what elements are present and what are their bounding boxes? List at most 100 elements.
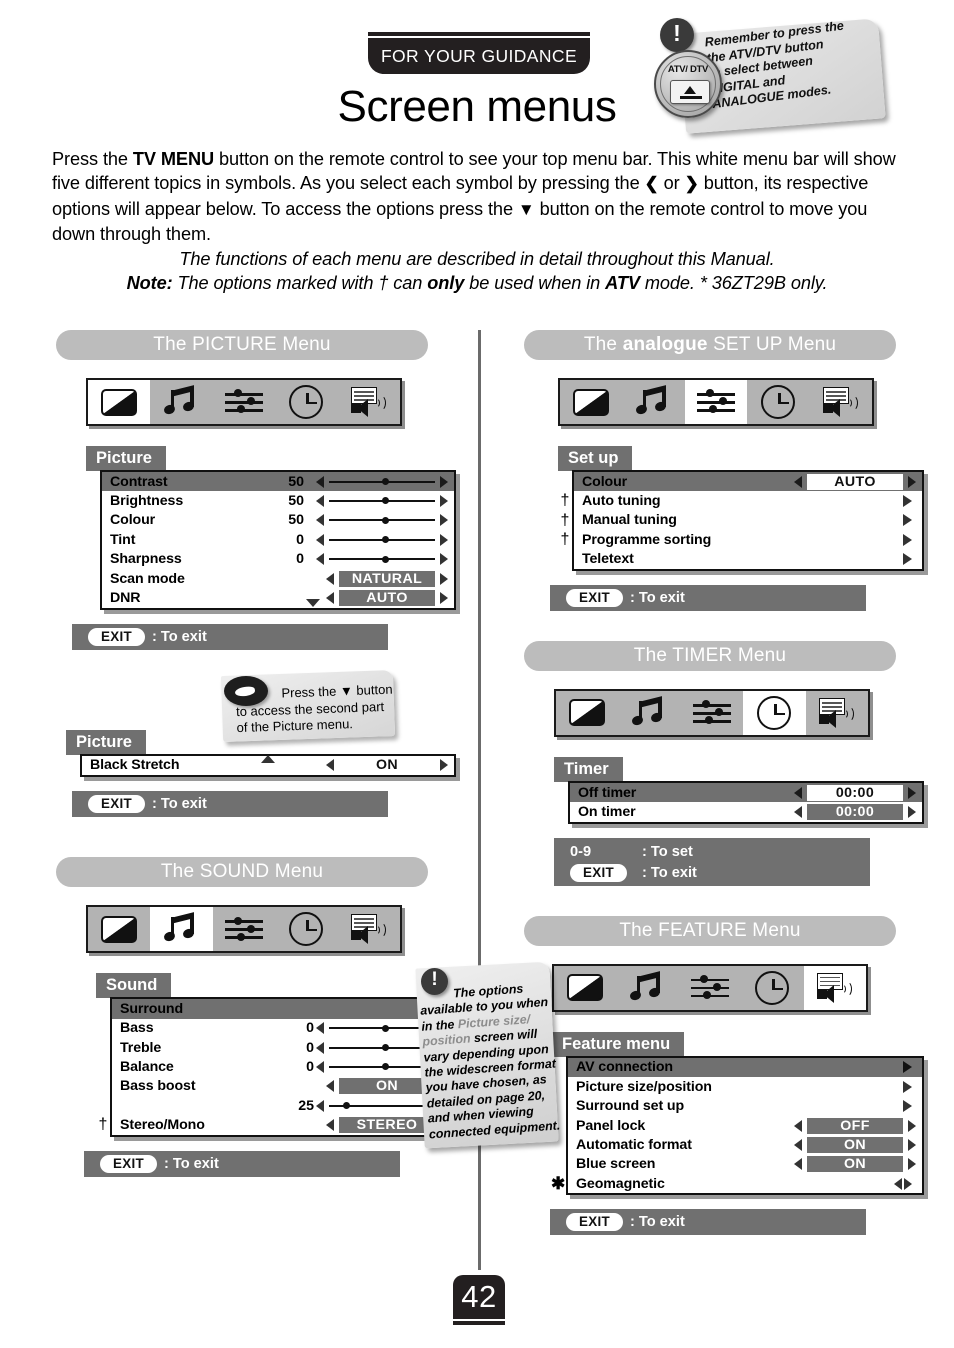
- submenu-arrow-icon[interactable]: [903, 1100, 912, 1113]
- iconbar-cell-clock[interactable]: [275, 907, 337, 951]
- osd-row[interactable]: AV connection: [568, 1057, 922, 1078]
- left-arrow-icon[interactable]: [316, 495, 324, 508]
- iconbar-cell-slider[interactable]: [679, 966, 741, 1010]
- iconbar-cell-picture[interactable]: [554, 966, 616, 1010]
- right-arrow-icon[interactable]: [440, 514, 448, 527]
- osd-row[interactable]: Sharpness 0: [102, 550, 454, 569]
- osd-row[interactable]: Surround: [112, 999, 454, 1019]
- osd-row[interactable]: Teletext: [574, 550, 922, 569]
- iconbar-cell-clock[interactable]: [743, 690, 806, 735]
- exit-button[interactable]: EXIT: [566, 588, 623, 607]
- osd-row[interactable]: † Stereo/Mono STEREO: [99, 1115, 454, 1134]
- osd-row[interactable]: 25: [112, 1096, 454, 1115]
- slider-knob[interactable]: [382, 478, 389, 486]
- submenu-arrow-icon[interactable]: [903, 1080, 912, 1093]
- slider-track[interactable]: [329, 1100, 435, 1112]
- left-arrow-icon[interactable]: [316, 1099, 324, 1112]
- left-arrow-icon[interactable]: [326, 572, 334, 585]
- exit-button[interactable]: EXIT: [88, 627, 145, 646]
- osd-row[interactable]: Picture size/position: [568, 1077, 922, 1096]
- exit-button[interactable]: EXIT: [566, 1213, 623, 1232]
- left-arrow-icon[interactable]: [326, 592, 334, 605]
- osd-row[interactable]: Scan mode NATURAL: [102, 569, 454, 588]
- iconbar-cell-picture[interactable]: [556, 691, 618, 735]
- right-arrow-icon[interactable]: [440, 533, 448, 546]
- left-arrow-icon[interactable]: [326, 1080, 334, 1093]
- iconbar-cell-slider[interactable]: [681, 691, 743, 735]
- exit-button[interactable]: EXIT: [88, 795, 145, 814]
- osd-row[interactable]: Contrast 50: [102, 472, 454, 492]
- slider-track[interactable]: [329, 514, 435, 526]
- iconbar-cell-clock[interactable]: [747, 380, 809, 424]
- slider-track[interactable]: [329, 553, 435, 565]
- slider-knob[interactable]: [382, 1043, 389, 1051]
- scroll-down-caret-icon[interactable]: [306, 598, 320, 607]
- left-arrow-icon[interactable]: [316, 1022, 324, 1035]
- left-arrow-icon[interactable]: [326, 1119, 334, 1132]
- osd-row[interactable]: Black Stretch ON: [82, 754, 454, 775]
- submenu-arrow-icon[interactable]: [903, 495, 912, 508]
- osd-row[interactable]: † Programme sorting: [561, 530, 922, 549]
- slider-knob[interactable]: [382, 516, 389, 524]
- osd-row-value[interactable]: ON: [807, 1156, 903, 1173]
- slider-knob[interactable]: [382, 497, 389, 505]
- iconbar-cell-av[interactable]: [338, 380, 400, 424]
- slider-track[interactable]: [329, 476, 435, 488]
- right-arrow-icon[interactable]: [440, 759, 448, 772]
- left-arrow-icon[interactable]: [794, 1158, 802, 1171]
- osd-row[interactable]: Brightness 50: [102, 491, 454, 510]
- slider-track[interactable]: [329, 534, 435, 546]
- left-arrow-icon[interactable]: [316, 514, 324, 527]
- osd-row[interactable]: ✱ Geomagnetic: [551, 1174, 922, 1193]
- exit-button[interactable]: EXIT: [570, 864, 627, 883]
- osd-row[interactable]: Surround set up: [568, 1097, 922, 1116]
- osd-row[interactable]: † Manual tuning: [561, 511, 922, 530]
- slider-knob[interactable]: [382, 1024, 389, 1032]
- right-arrow-icon[interactable]: [440, 592, 448, 605]
- right-arrow-icon[interactable]: [908, 786, 916, 799]
- osd-row[interactable]: † Auto tuning: [561, 491, 922, 510]
- exit-button[interactable]: EXIT: [100, 1154, 157, 1173]
- osd-row-value[interactable]: AUTO: [807, 473, 903, 490]
- left-arrow-icon[interactable]: [316, 553, 324, 566]
- osd-row-value[interactable]: NATURAL: [339, 570, 435, 587]
- left-arrow-icon[interactable]: [794, 786, 802, 799]
- osd-row[interactable]: DNR AUTO: [102, 588, 454, 607]
- osd-row[interactable]: Colour AUTO: [574, 472, 922, 492]
- right-arrow-icon[interactable]: [440, 572, 448, 585]
- submenu-arrow-icon[interactable]: [903, 514, 912, 527]
- submenu-arrow-icon[interactable]: [903, 553, 912, 566]
- right-arrow-icon[interactable]: [908, 1119, 916, 1132]
- slider-knob[interactable]: [382, 555, 389, 563]
- left-arrow-icon[interactable]: [794, 1119, 802, 1132]
- osd-row[interactable]: Bass boost ON: [112, 1077, 454, 1096]
- iconbar-cell-music[interactable]: [150, 380, 212, 424]
- iconbar-cell-picture[interactable]: [560, 380, 622, 424]
- osd-row[interactable]: Treble 0: [112, 1038, 454, 1057]
- slider-knob[interactable]: [382, 536, 389, 544]
- left-arrow-icon[interactable]: [316, 533, 324, 546]
- slider-knob[interactable]: [342, 1102, 350, 1110]
- left-arrow-icon[interactable]: [894, 1177, 902, 1190]
- submenu-arrow-icon[interactable]: [903, 533, 912, 546]
- slider-track[interactable]: [329, 1061, 435, 1073]
- iconbar-cell-music[interactable]: [622, 380, 684, 424]
- submenu-arrow-icon[interactable]: [903, 1061, 912, 1074]
- iconbar-cell-picture[interactable]: [88, 907, 150, 951]
- osd-row-value[interactable]: STEREO: [339, 1117, 435, 1134]
- right-arrow-icon[interactable]: [440, 495, 448, 508]
- right-arrow-icon[interactable]: [908, 1158, 916, 1171]
- osd-row[interactable]: Off timer 00:00: [570, 782, 922, 803]
- iconbar-cell-music[interactable]: [618, 691, 680, 735]
- right-arrow-icon[interactable]: [440, 553, 448, 566]
- iconbar-cell-av[interactable]: [810, 380, 872, 424]
- osd-row-value[interactable]: OFF: [807, 1117, 903, 1134]
- osd-row[interactable]: Automatic format ON: [568, 1135, 922, 1154]
- osd-row[interactable]: Blue screen ON: [568, 1155, 922, 1174]
- iconbar-cell-av[interactable]: [806, 691, 868, 735]
- slider-track[interactable]: [329, 495, 435, 507]
- scroll-up-caret-icon[interactable]: [261, 754, 275, 763]
- left-arrow-icon[interactable]: [794, 1138, 802, 1151]
- osd-row-value[interactable]: ON: [339, 757, 435, 774]
- iconbar-cell-av[interactable]: [338, 907, 400, 951]
